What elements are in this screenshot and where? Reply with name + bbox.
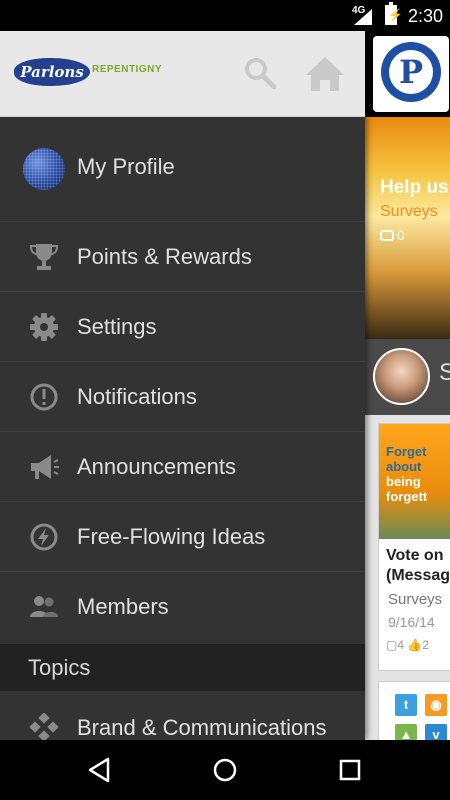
search-icon[interactable] — [243, 56, 277, 90]
comment-icon — [380, 230, 394, 241]
hero-title[interactable]: Help us — [380, 177, 449, 199]
social-card: t ◉ ▲ v — [378, 681, 450, 740]
drawer-item-label: Notifications — [77, 384, 197, 409]
hero-comment-count: 0 — [380, 227, 405, 243]
topics-header-label: Topics — [28, 655, 91, 680]
drawer-item-notifications[interactable]: Notifications — [0, 362, 365, 432]
back-icon[interactable] — [82, 752, 118, 788]
brand-name: Parlons — [14, 58, 90, 86]
drawer-item-members[interactable]: Members — [0, 572, 365, 642]
post-card-date: 9/16/14 — [388, 614, 435, 630]
twitter-icon[interactable]: t — [395, 694, 417, 716]
diamond-grid-icon — [29, 713, 59, 740]
app-logo[interactable]: P — [373, 36, 449, 112]
drawer-item-label: Members — [77, 594, 169, 619]
vimeo-icon[interactable]: v — [425, 724, 447, 740]
recents-icon[interactable] — [332, 752, 368, 788]
brand-subtitle: REPENTIGNY — [92, 64, 163, 75]
post-card[interactable]: Forget about being forgett Vote on (Mess… — [378, 423, 450, 671]
drawer-item-settings[interactable]: Settings — [0, 292, 365, 362]
post-card-image-text: Forget about being forgett — [386, 444, 428, 504]
drawer-item-label: My Profile — [77, 154, 175, 179]
trophy-icon — [29, 244, 59, 270]
post-card-image: Forget about being forgett — [379, 424, 450, 539]
main-content: P Help us Surveys 0 S Forget about being… — [365, 31, 450, 740]
gear-icon — [30, 313, 58, 341]
battery-icon: ⚡ — [385, 2, 403, 25]
topic-item-label: Brand & Communications — [77, 715, 327, 740]
drawer-item-label: Free-Flowing Ideas — [77, 524, 266, 549]
clock: 2:30 — [408, 6, 444, 26]
avatar — [23, 148, 65, 190]
user-name-partial: S — [439, 359, 450, 386]
drawer-header: Parlons REPENTIGNY — [0, 31, 365, 117]
rss-icon[interactable]: ◉ — [425, 694, 447, 716]
drawer-item-free-flowing-ideas[interactable]: Free-Flowing Ideas — [0, 502, 365, 572]
topic-item-brand-communications[interactable]: Brand & Communications — [0, 691, 365, 740]
comment-icon: ▢ — [386, 638, 398, 652]
drawer-item-label: Points & Rewards — [77, 244, 252, 269]
hero-image[interactable] — [365, 117, 450, 339]
user-avatar — [373, 348, 430, 405]
main-topbar: P — [365, 31, 450, 117]
navigation-drawer: Parlons REPENTIGNY My Profile Points & R… — [0, 31, 365, 740]
post-card-category: Surveys — [388, 591, 443, 608]
exclamation-circle-icon — [30, 383, 58, 411]
drawer-item-label: Announcements — [77, 454, 236, 479]
drawer-item-announcements[interactable]: Announcements — [0, 432, 365, 502]
home-icon[interactable] — [304, 55, 346, 93]
home-circle-icon[interactable] — [207, 752, 243, 788]
app-logo-letter: P — [389, 50, 433, 94]
system-navigation-bar — [0, 740, 450, 800]
screen: 4G ⚡ 2:30 P Help us Surveys 0 S Forget a… — [0, 0, 450, 800]
status-bar: 4G ⚡ 2:30 — [0, 0, 450, 31]
user-row[interactable]: S — [365, 339, 450, 415]
hero-category[interactable]: Surveys — [380, 203, 438, 221]
drawer-item-points-rewards[interactable]: Points & Rewards — [0, 222, 365, 292]
lightning-circle-icon — [30, 523, 58, 551]
drawer-item-label: Settings — [77, 314, 157, 339]
members-icon — [30, 596, 58, 617]
android-icon[interactable]: ▲ — [395, 724, 417, 740]
post-card-stats: ▢4 👍2 — [386, 638, 430, 652]
megaphone-icon — [31, 455, 59, 479]
thumbs-up-icon: 👍 — [407, 638, 423, 652]
post-card-title: Vote on (Messag — [386, 547, 450, 584]
topics-section-header: Topics — [0, 644, 365, 691]
signal-icon — [354, 9, 372, 25]
